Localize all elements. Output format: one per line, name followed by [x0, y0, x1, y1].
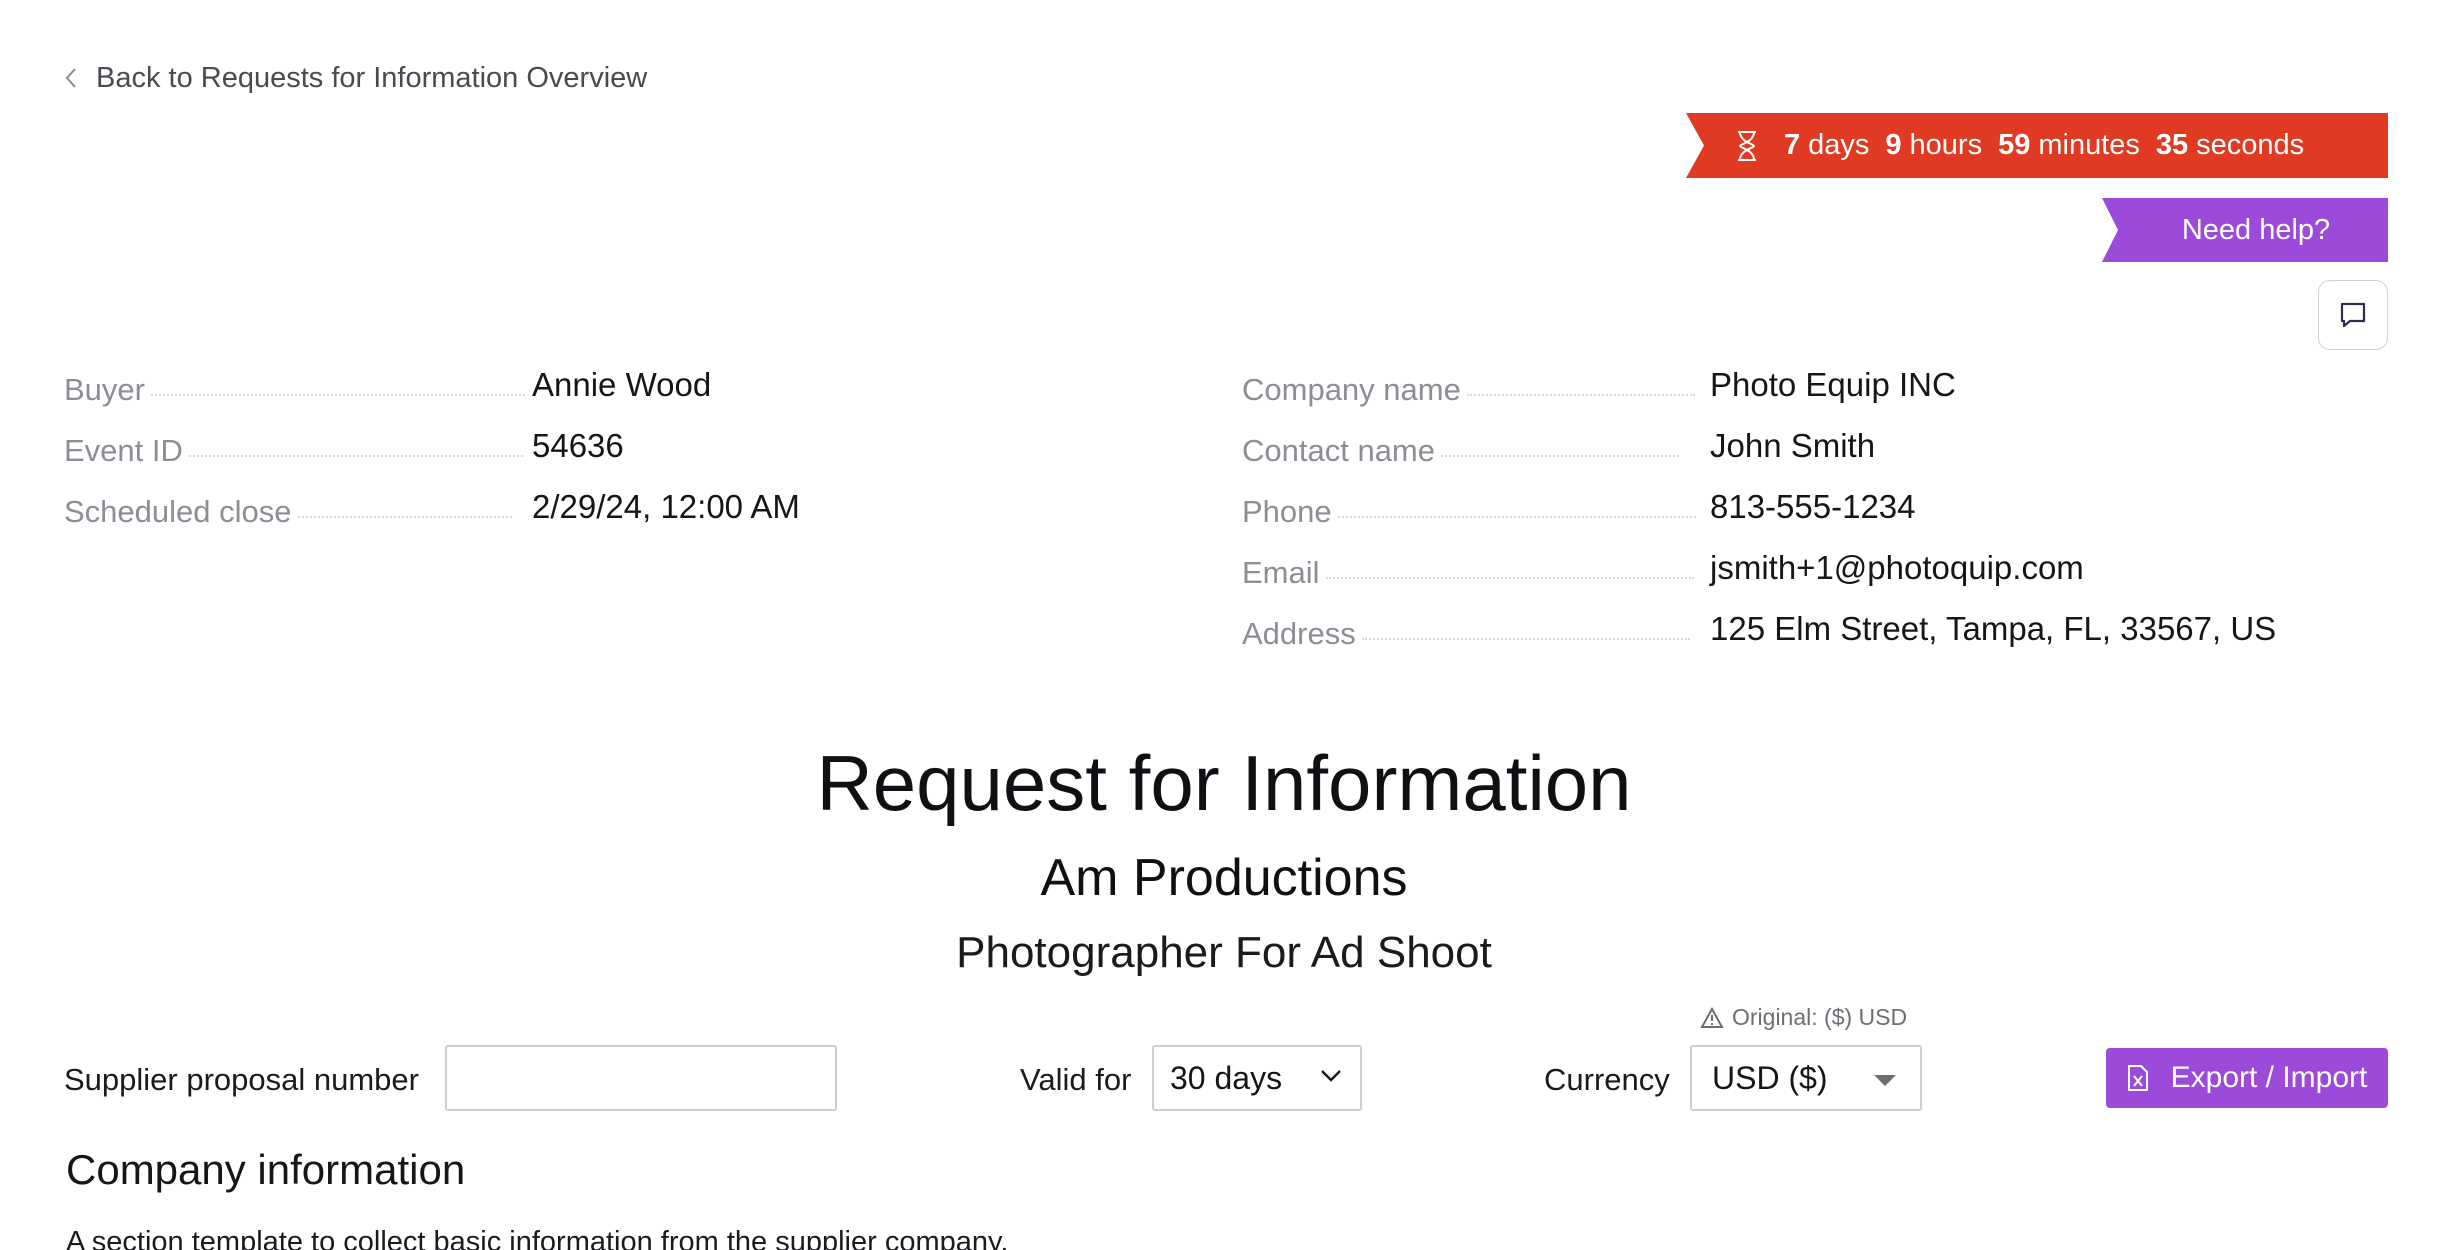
info-row-event-id: Event ID 54636 — [64, 423, 1202, 484]
leader-dots — [188, 423, 523, 457]
excel-file-icon — [2127, 1065, 2148, 1091]
currency-value: USD ($) — [1712, 1059, 1828, 1096]
info-value: 125 Elm Street, Tampa, FL, 33567, US — [1710, 610, 2277, 647]
original-currency-note: Original: ($) USD — [1700, 1004, 1907, 1031]
valid-for-value: 30 days — [1170, 1059, 1283, 1096]
info-row-buyer: Buyer Annie Wood — [64, 362, 1202, 423]
info-value: Annie Wood — [532, 366, 712, 403]
buyer-company-name: Am Productions — [1040, 849, 1408, 907]
valid-for-label: Valid for — [1020, 1062, 1132, 1097]
export-import-button[interactable]: Export / Import — [2106, 1048, 2388, 1108]
info-label: Email — [1242, 555, 1320, 590]
supplier-info: Company name Photo Equip INC Contact nam… — [1242, 362, 2388, 667]
chat-bubble-icon — [2340, 302, 2366, 328]
leader-dots — [297, 484, 512, 518]
info-row-company-name: Company name Photo Equip INC — [1242, 362, 2388, 423]
info-row-scheduled-close: Scheduled close 2/29/24, 12:00 AM — [64, 484, 1202, 545]
info-value: 54636 — [532, 427, 624, 464]
info-label: Event ID — [64, 433, 183, 468]
leader-dots — [150, 362, 525, 396]
section-title: Company information — [66, 1146, 466, 1193]
info-row-address: Address 125 Elm Street, Tampa, FL, 33567… — [1242, 606, 2388, 667]
timer-hours: 9 hours — [1885, 129, 1983, 161]
info-value: 813-555-1234 — [1710, 488, 1916, 525]
warning-triangle-icon — [1700, 1006, 1724, 1028]
currency-select[interactable]: USD ($) — [1690, 1045, 1922, 1111]
leader-dots — [1337, 484, 1696, 518]
dropdown-arrow-icon — [1874, 1075, 1896, 1086]
info-row-email: Email jsmith+1@photoquip.com — [1242, 545, 2388, 606]
page-title: Request for Information — [816, 739, 1632, 827]
chevron-left-icon — [65, 68, 76, 88]
info-row-phone: Phone 813-555-1234 — [1242, 484, 2388, 545]
leader-dots — [1361, 606, 1690, 640]
info-label: Buyer — [64, 372, 145, 407]
proposal-number-input[interactable] — [445, 1045, 837, 1111]
info-value: Photo Equip INC — [1710, 366, 1956, 403]
leader-dots — [1466, 362, 1695, 396]
export-import-label: Export / Import — [2170, 1061, 2368, 1094]
leader-dots — [1441, 423, 1679, 457]
need-help-label: Need help? — [2181, 213, 2331, 246]
proposal-number-label: Supplier proposal number — [64, 1062, 419, 1097]
info-value: 2/29/24, 12:00 AM — [532, 488, 800, 525]
hourglass-icon — [1738, 130, 1756, 161]
timer-minutes: 59 minutes — [1998, 129, 2140, 161]
back-link-label: Back to Requests for Information Overvie… — [96, 61, 648, 94]
timer-days: 7 days — [1784, 129, 1870, 161]
need-help-button[interactable]: Need help? — [2102, 198, 2388, 262]
info-value: jsmith+1@photoquip.com — [1710, 549, 2084, 586]
chat-button[interactable] — [2318, 280, 2388, 350]
chevron-down-icon — [1321, 1070, 1341, 1082]
info-row-contact-name: Contact name John Smith — [1242, 423, 2388, 484]
countdown-timer: 7 days 9 hours 59 minutes 35 seconds — [1686, 113, 2388, 178]
buyer-info: Buyer Annie Wood Event ID 54636 Schedule… — [64, 362, 1202, 545]
section-description: A section template to collect basic info… — [66, 1226, 1009, 1250]
info-label: Contact name — [1242, 433, 1435, 468]
info-label: Phone — [1242, 494, 1332, 529]
info-label: Address — [1242, 616, 1356, 651]
valid-for-select[interactable]: 30 days — [1152, 1045, 1362, 1111]
leader-dots — [1325, 545, 1694, 579]
currency-label: Currency — [1544, 1062, 1670, 1097]
back-link[interactable]: Back to Requests for Information Overvie… — [64, 60, 647, 96]
info-label: Scheduled close — [64, 494, 292, 529]
timer-seconds: 35 seconds — [2155, 129, 2305, 161]
event-name: Photographer For Ad Shoot — [956, 928, 1492, 977]
original-currency-text: Original: ($) USD — [1732, 1004, 1908, 1030]
info-value: John Smith — [1710, 427, 1876, 464]
info-label: Company name — [1242, 372, 1461, 407]
